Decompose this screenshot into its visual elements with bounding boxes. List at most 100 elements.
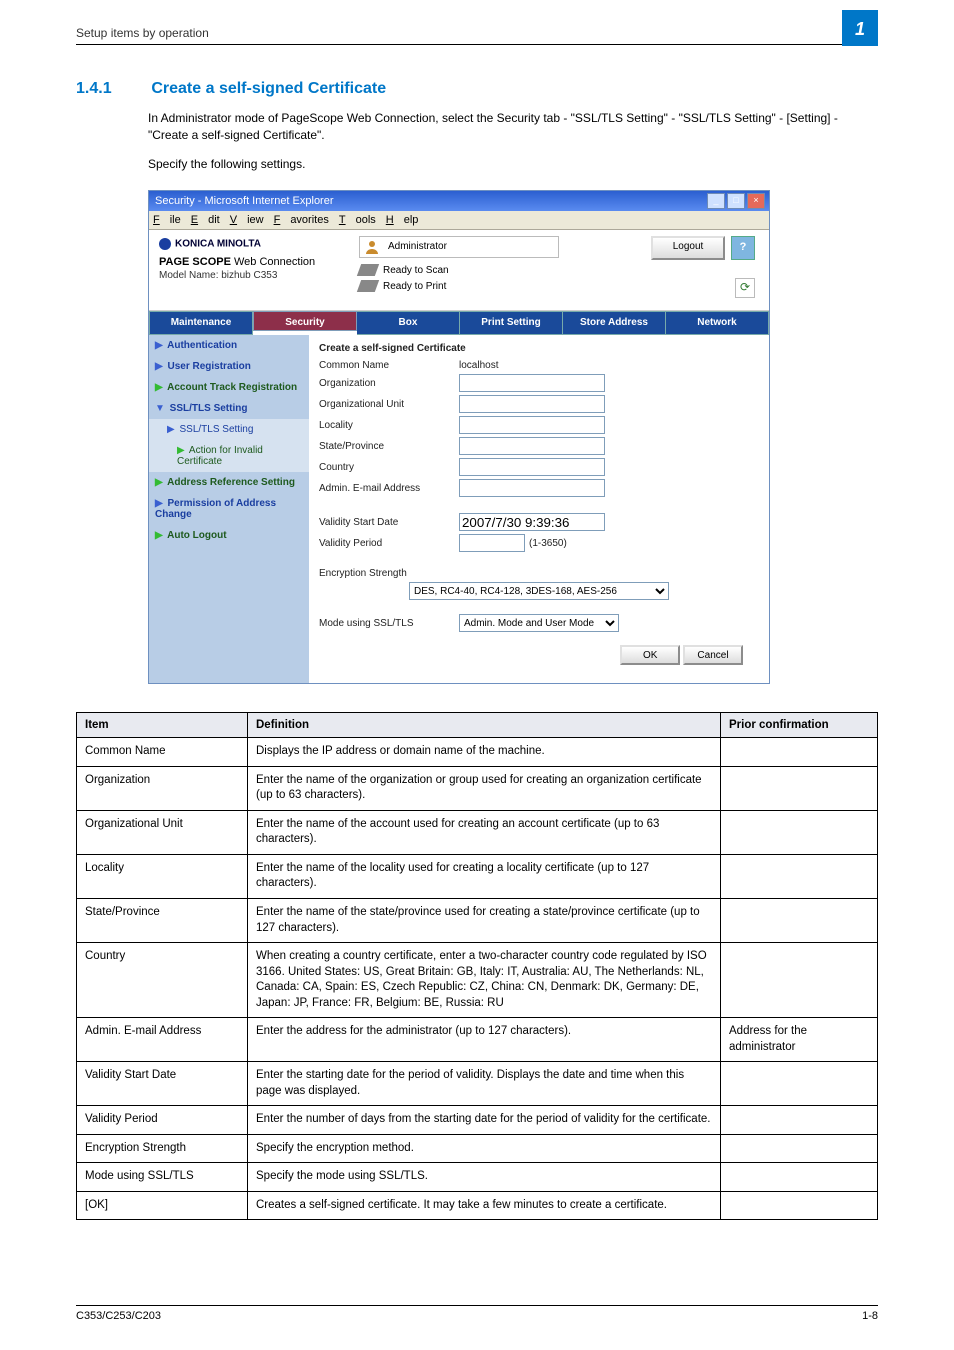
chapter-number: 1 <box>842 19 878 40</box>
form-input[interactable] <box>459 437 605 455</box>
validity-period-label: Validity Period <box>319 538 459 549</box>
cell-prior <box>721 899 878 943</box>
tab-security[interactable]: Security <box>253 311 357 331</box>
form-label: Common Name <box>319 360 459 371</box>
section-number: 1.4.1 <box>76 80 148 98</box>
form-label: Organization <box>319 378 459 389</box>
scanner-icon <box>357 264 379 276</box>
table-row: Common NameDisplays the IP address or do… <box>77 738 878 767</box>
mode-ssl-label: Mode using SSL/TLS <box>319 618 459 629</box>
arrow-icon: ▶ <box>155 382 163 393</box>
footer-left: C353/C253/C203 <box>76 1310 161 1322</box>
tab-box[interactable]: Box <box>357 311 460 335</box>
arrow-icon: ▶ <box>155 477 163 488</box>
section-para-2: Specify the following settings. <box>148 156 878 173</box>
table-row: State/ProvinceEnter the name of the stat… <box>77 899 878 943</box>
tab-store-address[interactable]: Store Address <box>563 311 666 335</box>
cell-prior: Address for the administrator <box>721 1018 878 1062</box>
table-row: Validity Start DateEnter the starting da… <box>77 1062 878 1106</box>
tab-bar: MaintenanceSecurityBoxPrint SettingStore… <box>149 311 769 335</box>
form-title: Create a self-signed Certificate <box>319 343 759 354</box>
table-row: LocalityEnter the name of the locality u… <box>77 854 878 898</box>
table-row: CountryWhen creating a country certifica… <box>77 943 878 1018</box>
cell-item: State/Province <box>77 899 248 943</box>
ie-titlebar: Security - Microsoft Internet Explorer _… <box>149 191 769 211</box>
cell-item: Validity Period <box>77 1106 248 1135</box>
form-input[interactable] <box>459 395 605 413</box>
tab-maintenance[interactable]: Maintenance <box>149 311 253 335</box>
validity-period-input[interactable] <box>459 534 525 552</box>
th-definition: Definition <box>248 713 721 738</box>
status-scan: Ready to Scan <box>359 264 449 276</box>
cell-item: Validity Start Date <box>77 1062 248 1106</box>
maximize-icon[interactable]: □ <box>727 193 745 209</box>
form-input[interactable] <box>459 374 605 392</box>
sidebar: ▶ Authentication▶ User Registration▶ Acc… <box>149 335 309 683</box>
tab-network[interactable]: Network <box>666 311 769 335</box>
refresh-button[interactable]: ⟳ <box>735 278 755 298</box>
sidebar-item-address-reference-setting[interactable]: ▶ Address Reference Setting <box>149 472 309 493</box>
table-row: Admin. E-mail AddressEnter the address f… <box>77 1018 878 1062</box>
cell-definition: Enter the name of the account used for c… <box>248 810 721 854</box>
user-icon <box>364 239 380 255</box>
cell-prior <box>721 1191 878 1220</box>
cell-definition: Enter the address for the administrator … <box>248 1018 721 1062</box>
help-button[interactable]: ? <box>731 236 755 260</box>
ie-menu-view[interactable]: View <box>230 214 264 226</box>
cell-definition: Creates a self-signed certificate. It ma… <box>248 1191 721 1220</box>
printer-icon <box>357 280 379 292</box>
ie-menu-help[interactable]: Help <box>386 214 419 226</box>
cell-item: Encryption Strength <box>77 1134 248 1163</box>
sidebar-item-authentication[interactable]: ▶ Authentication <box>149 335 309 356</box>
cell-prior <box>721 810 878 854</box>
cell-definition: Enter the name of the locality used for … <box>248 854 721 898</box>
sidebar-item-ssl-tls-setting[interactable]: ▼ SSL/TLS Setting <box>149 398 309 419</box>
ie-menu-favorites[interactable]: Favorites <box>274 214 329 226</box>
web-connection-header: KONICA MINOLTA PAGE SCOPE Web Connection… <box>149 230 769 311</box>
model-name: Model Name: bizhub C353 <box>159 270 759 281</box>
form-label: Locality <box>319 420 459 431</box>
encryption-strength-select[interactable]: DES, RC4-40, RC4-128, 3DES-168, AES-256 <box>409 582 669 600</box>
cell-definition: Enter the name of the state/province use… <box>248 899 721 943</box>
form-label: Organizational Unit <box>319 399 459 410</box>
breadcrumb: Setup items by operation <box>76 26 209 40</box>
cell-prior <box>721 738 878 767</box>
ok-button[interactable]: OK <box>620 645 680 665</box>
form-label: State/Province <box>319 441 459 452</box>
sidebar-item-account-track-registration[interactable]: ▶ Account Track Registration <box>149 377 309 398</box>
ie-menu-file[interactable]: File <box>153 214 181 226</box>
close-icon[interactable]: × <box>747 193 765 209</box>
table-row: Mode using SSL/TLSSpecify the mode using… <box>77 1163 878 1192</box>
header-rule <box>76 44 878 45</box>
cell-item: [OK] <box>77 1191 248 1220</box>
table-row: Encryption StrengthSpecify the encryptio… <box>77 1134 878 1163</box>
cancel-button[interactable]: Cancel <box>683 645 743 665</box>
mode-ssl-select[interactable]: Admin. Mode and User Mode <box>459 614 619 632</box>
form-input[interactable] <box>459 458 605 476</box>
form-label: Country <box>319 462 459 473</box>
validity-start-input[interactable] <box>459 513 605 531</box>
validity-period-hint: (1-3650) <box>529 538 567 549</box>
sidebar-item-auto-logout[interactable]: ▶ Auto Logout <box>149 525 309 546</box>
ie-menu-tools[interactable]: Tools <box>339 214 376 226</box>
ie-menubar: File Edit View Favorites Tools Help <box>149 211 769 230</box>
cell-item: Organizational Unit <box>77 810 248 854</box>
form-input[interactable] <box>459 416 605 434</box>
sidebar-item-user-registration[interactable]: ▶ User Registration <box>149 356 309 377</box>
tab-print-setting[interactable]: Print Setting <box>460 311 563 335</box>
definition-table: Item Definition Prior confirmation Commo… <box>76 712 878 1220</box>
section-title: Create a self-signed Certificate <box>151 80 386 97</box>
minimize-icon[interactable]: _ <box>707 193 725 209</box>
page-footer: C353/C253/C203 1-8 <box>76 1305 878 1322</box>
cell-item: Locality <box>77 854 248 898</box>
logo-icon <box>159 238 171 250</box>
logout-button[interactable]: Logout <box>651 236 725 260</box>
cell-item: Admin. E-mail Address <box>77 1018 248 1062</box>
chapter-badge: 1 <box>842 10 878 46</box>
ie-menu-edit[interactable]: Edit <box>191 214 220 226</box>
sidebar-item-ssl-tls-setting[interactable]: ▶ SSL/TLS Setting <box>149 419 309 440</box>
cell-definition: Displays the IP address or domain name o… <box>248 738 721 767</box>
sidebar-item-action-for-invalid-certificate[interactable]: ▶ Action for Invalid Certificate <box>149 440 309 472</box>
sidebar-item-permission-of-address-change[interactable]: ▶ Permission of Address Change <box>149 493 309 525</box>
form-input[interactable] <box>459 479 605 497</box>
